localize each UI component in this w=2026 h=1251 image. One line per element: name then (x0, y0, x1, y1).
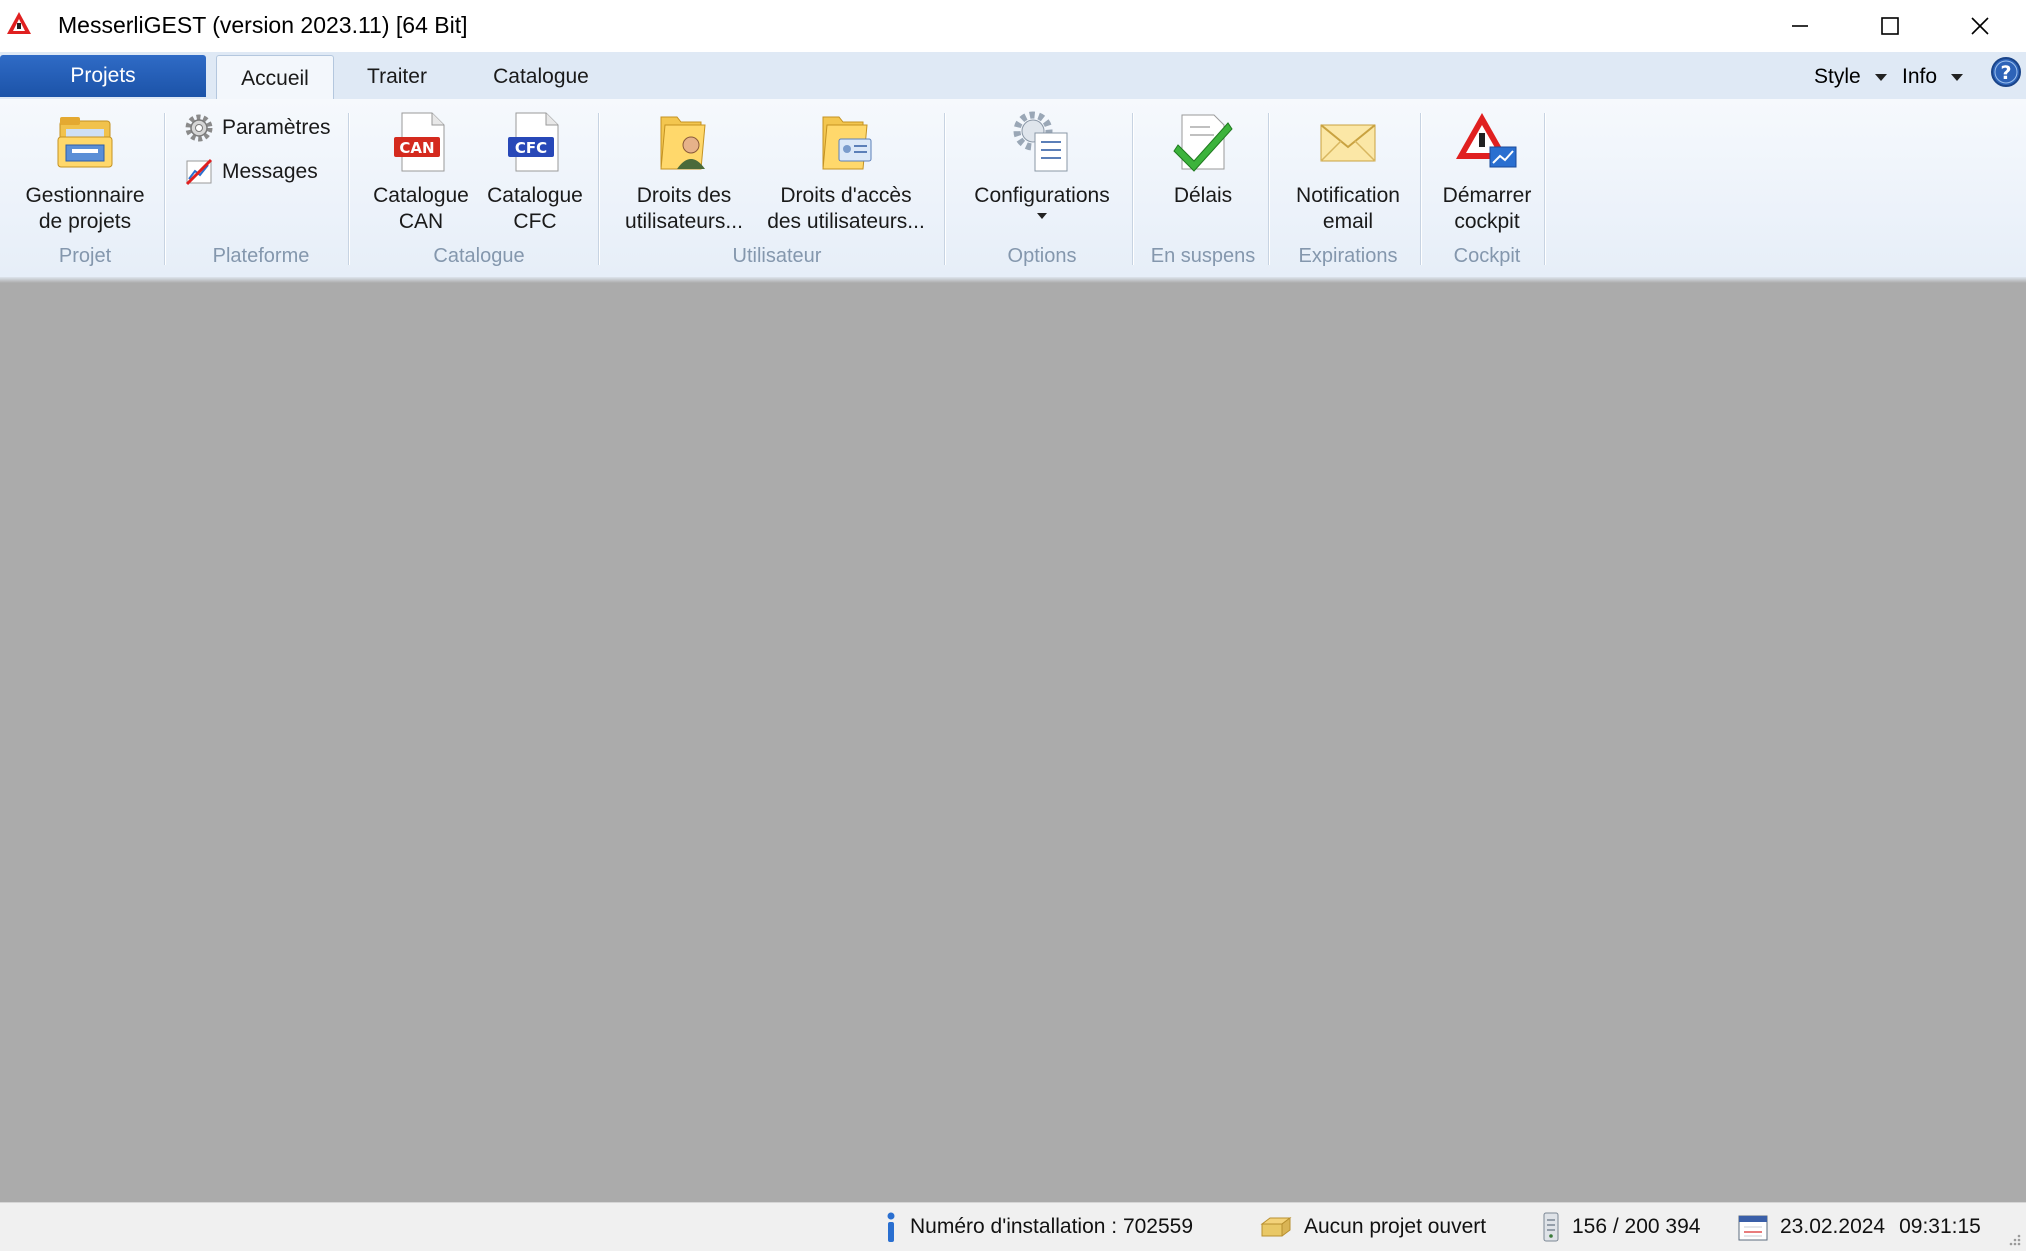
gestionnaire-projets-button[interactable]: Gestionnaire de projets (10, 109, 160, 235)
info-menu[interactable]: Info (1902, 60, 1964, 94)
help-question-icon[interactable]: ? (1990, 56, 2022, 88)
acces-label-line1: Droits d'accès (780, 184, 912, 207)
droits-acces-button[interactable]: Droits d'accès des utilisateurs... (756, 109, 936, 235)
status-datetime: 23.02.2024 09:31:15 (1738, 1203, 1981, 1251)
status-bar: Numéro d'installation : 702559 Aucun pro… (0, 1202, 2026, 1251)
cfc-badge-text: CFC (515, 139, 547, 157)
deadline-checkmark-icon (1173, 114, 1233, 172)
catalogue-cfc-label-line2: CFC (513, 210, 557, 233)
demarrer-cockpit-button[interactable]: Démarrer cockpit (1428, 109, 1546, 235)
tab-catalogue[interactable]: Catalogue (470, 55, 612, 99)
droits-label-line2: utilisateurs... (625, 210, 743, 233)
notification-label-line1: Notification (1296, 184, 1400, 207)
mdi-workspace (0, 283, 2026, 1202)
messerli-warning-triangle-icon (7, 12, 31, 34)
status-date: 23.02.2024 (1780, 1215, 1886, 1238)
title-bar: MesserliGEST (version 2023.11) [64 Bit] (0, 0, 2026, 52)
calendar-icon (1738, 1215, 1768, 1241)
status-time: 09:31:15 (1899, 1215, 1981, 1238)
record-count: 156 / 200 394 (1572, 1215, 1701, 1238)
group-separator (348, 113, 349, 265)
group-separator (164, 113, 165, 265)
delais-label: Délais (1173, 184, 1233, 207)
messages-chart-icon (185, 158, 213, 186)
resize-grip-icon[interactable] (2006, 1231, 2022, 1247)
project-status-text: Aucun projet ouvert (1304, 1215, 1487, 1238)
group-label-projet: Projet (58, 245, 112, 267)
project-manager-folder-icon (57, 117, 113, 168)
catalogue-can-button[interactable]: CAN Catalogue CAN (364, 109, 478, 235)
catalogue-can-label-line1: Catalogue (373, 184, 469, 207)
messages-button[interactable]: Messages (184, 157, 318, 187)
group-label-utilisateur: Utilisateur (732, 245, 822, 267)
parametres-label: Paramètres (222, 116, 331, 139)
close-icon (1971, 17, 1989, 35)
installation-number: Numéro d'installation : 702559 (910, 1215, 1194, 1238)
chevron-down-icon (1874, 73, 1887, 81)
catalogue-cfc-label-line1: Catalogue (487, 184, 583, 207)
group-label-en-suspens: En suspens (1150, 245, 1256, 267)
tab-traiter[interactable]: Traiter (346, 55, 448, 99)
tab-projets[interactable]: Projets (0, 55, 206, 97)
group-label-cockpit: Cockpit (1453, 245, 1521, 267)
cockpit-warning-chart-icon (1456, 113, 1517, 168)
style-menu-label: Style (1814, 65, 1861, 88)
cockpit-label-line1: Démarrer (1442, 184, 1532, 207)
group-separator (1420, 113, 1421, 265)
configurations-button[interactable]: Configurations (956, 109, 1128, 219)
close-button[interactable] (1936, 0, 2024, 52)
server-icon (1543, 1212, 1559, 1242)
status-count: 156 / 200 394 (1542, 1203, 1700, 1251)
info-menu-label: Info (1902, 65, 1938, 88)
notification-label-line2: email (1322, 210, 1374, 233)
group-separator (1544, 113, 1545, 265)
maximize-button[interactable] (1846, 0, 1934, 52)
ribbon: Gestionnaire de projets Projet Paramètre… (0, 99, 2026, 278)
messages-label: Messages (222, 160, 318, 183)
group-label-plateforme: Plateforme (212, 245, 310, 267)
can-catalog-document-icon: CAN (394, 112, 445, 172)
group-separator (1132, 113, 1133, 265)
group-separator (1268, 113, 1269, 265)
configurations-gear-list-icon (1013, 111, 1068, 172)
parametres-button[interactable]: Paramètres (184, 113, 331, 143)
gestionnaire-label-line2: de projets (38, 210, 132, 233)
status-installation: Numéro d'installation : 702559 (884, 1203, 1193, 1251)
status-project: Aucun projet ouvert (1260, 1203, 1486, 1251)
minimize-button[interactable] (1756, 0, 1844, 52)
ribbon-tab-row: Projets Accueil Traiter Catalogue Style … (0, 52, 2026, 101)
folder-stack-icon (1260, 1217, 1292, 1237)
group-separator (598, 113, 599, 265)
tab-accueil[interactable]: Accueil (216, 55, 334, 101)
cockpit-label-line2: cockpit (1454, 210, 1520, 233)
info-icon (887, 1212, 895, 1242)
can-badge-text: CAN (399, 139, 434, 157)
user-rights-folder-icon (660, 116, 706, 170)
svg-text:?: ? (2000, 62, 2011, 84)
group-label-catalogue: Catalogue (433, 245, 525, 267)
group-label-options: Options (1007, 245, 1077, 267)
gestionnaire-label-line1: Gestionnaire (25, 184, 145, 207)
catalogue-cfc-button[interactable]: CFC Catalogue CFC (478, 109, 592, 235)
email-envelope-icon (1320, 124, 1376, 162)
gear-icon (185, 114, 213, 142)
catalogue-can-label-line2: CAN (398, 210, 444, 233)
acces-label-line2: des utilisateurs... (767, 210, 925, 233)
minimize-icon (1792, 25, 1808, 27)
droits-utilisateurs-button[interactable]: Droits des utilisateurs... (614, 109, 754, 235)
chevron-down-icon (1951, 73, 1964, 81)
droits-label-line1: Droits des (636, 184, 732, 207)
notification-email-button[interactable]: Notification email (1278, 109, 1418, 235)
style-menu[interactable]: Style (1814, 60, 1887, 94)
group-label-expirations: Expirations (1298, 245, 1398, 267)
window-title: MesserliGEST (version 2023.11) [64 Bit] (58, 12, 468, 38)
group-separator (944, 113, 945, 265)
access-rights-folder-icon (822, 116, 872, 170)
maximize-icon (1881, 17, 1899, 35)
cfc-catalog-document-icon: CFC (508, 112, 559, 172)
delais-button[interactable]: Délais (1146, 109, 1260, 209)
configurations-label: Configurations (974, 184, 1110, 207)
chevron-down-icon (1037, 213, 1047, 219)
